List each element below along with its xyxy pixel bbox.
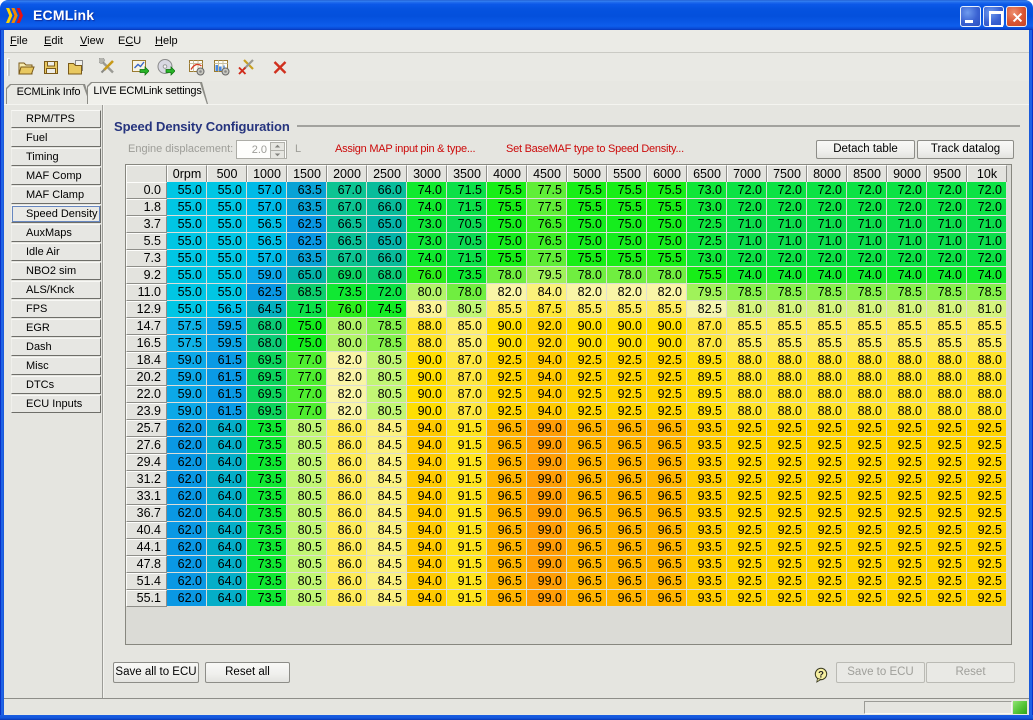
svg-text:?: ? [818, 670, 824, 681]
